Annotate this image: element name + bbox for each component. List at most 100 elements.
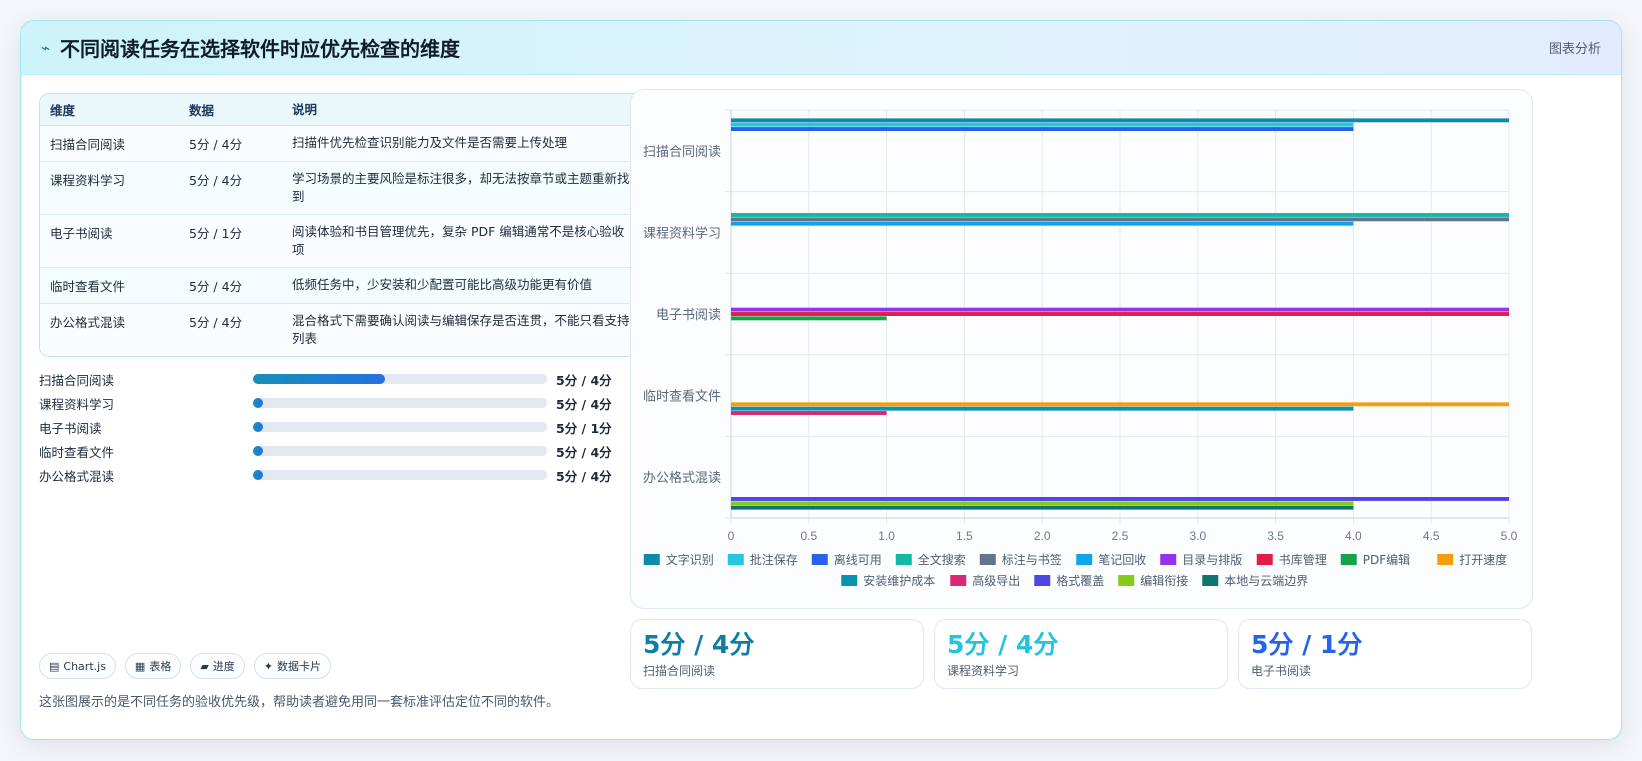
chip-label: 数据卡片	[277, 660, 322, 673]
chip-chart[interactable]: ▤ Chart.js	[39, 653, 116, 679]
row-description: 学习场景的主要风险是标注很多，却无法按章节或主题重新找到	[292, 171, 630, 204]
row-data: 5分 / 4分	[189, 137, 243, 152]
progress-icon: ▰	[200, 659, 209, 673]
legend-label: 打开速度	[1459, 552, 1507, 567]
x-tick-label: 2.5	[1112, 529, 1129, 543]
legend-swatch	[1256, 554, 1273, 565]
legend-label: 离线可用	[834, 552, 882, 567]
stat-card: 5分 / 1分电子书阅读	[1238, 619, 1532, 689]
table-row: 办公格式混读 5分 / 4分 混合格式下需要确认阅读与编辑保存是否连贯，不能只看支持…	[40, 304, 642, 356]
x-tick-label: 1.5	[956, 529, 973, 543]
footnote: 这张图展示的是不同任务的验收优先级，帮助读者避免用同一套标准评估定位不同的软件。	[39, 695, 560, 710]
bar-文字识别	[731, 118, 1509, 123]
progress-label: 办公格式混读	[39, 468, 115, 484]
left-panel: 维度 数据 说明 扫描合同阅读 5分 / 4分 扫描件优先检查识别能力及文件是否需要…	[39, 93, 643, 733]
chip-row: ▤ Chart.js ▦ 表格 ▰ 进度 ✦ 数据卡片	[39, 653, 332, 679]
progress-row: 办公格式混读 5分 / 4分	[39, 463, 643, 487]
legend-label: 格式覆盖	[1056, 573, 1104, 588]
table-header: 维度 数据 说明	[40, 94, 642, 126]
table-row: 电子书阅读 5分 / 1分 阅读体验和书目管理优先，复杂 PDF 编辑通常不是核心验…	[40, 215, 642, 268]
legend-swatch	[841, 575, 858, 586]
progress-fill	[253, 422, 263, 432]
progress-row: 课程资料学习 5分 / 4分	[39, 391, 643, 415]
x-tick-label: 0.5	[800, 529, 817, 543]
row-data: 5分 / 4分	[189, 173, 243, 188]
chip-progress[interactable]: ▰ 进度	[190, 653, 245, 679]
legend-label: 本地与云端边界	[1224, 574, 1308, 588]
bar-PDF编辑	[731, 316, 887, 321]
x-tick-label: 3.5	[1267, 529, 1284, 543]
chip-table[interactable]: ▦ 表格	[124, 653, 182, 679]
chip-card[interactable]: ✦ 数据卡片	[253, 653, 332, 679]
x-tick-label: 0	[728, 529, 735, 543]
row-description: 扫描件优先检查识别能力及文件是否需要上传处理	[292, 135, 568, 150]
progress-track	[253, 398, 547, 408]
page-title: 不同阅读任务在选择软件时应优先检查的维度	[60, 37, 461, 61]
progress-track	[253, 422, 547, 432]
bar-本地与云端边界	[731, 505, 1354, 510]
legend-swatch	[1160, 554, 1177, 565]
bar-书库管理	[731, 312, 1509, 316]
card-icon: ✦	[263, 659, 274, 673]
progress-fill	[253, 398, 263, 408]
legend-label: 标注与书签	[1002, 552, 1062, 567]
legend-label: 目录与排版	[1182, 553, 1242, 567]
progress-fill	[253, 374, 386, 384]
progress-value: 5分 / 4分	[556, 468, 612, 484]
bar-目录与排版	[731, 307, 1509, 312]
row-data: 5分 / 4分	[189, 315, 243, 330]
legend-swatch	[1437, 554, 1454, 565]
row-dimension: 课程资料学习	[50, 173, 126, 188]
bar-全文搜索	[731, 213, 1509, 217]
main-card: ⌁ 不同阅读任务在选择软件时应优先检查的维度 图表分析 维度 数据 说明 扫描合…	[20, 20, 1622, 740]
progress-value: 5分 / 1分	[556, 420, 612, 436]
bar-打开速度	[731, 402, 1509, 407]
spark-icon: ⌁	[41, 38, 51, 57]
table-header-cell: 维度	[50, 103, 76, 118]
stat-label: 电子书阅读	[1251, 664, 1312, 678]
stat-card: 5分 / 4分 课程资料学习	[934, 619, 1228, 689]
legend-swatch	[811, 554, 828, 565]
x-tick-label: 1.0	[878, 529, 895, 543]
legend-label: 文字识别	[666, 552, 714, 567]
row-dimension: 临时查看文件	[50, 279, 126, 294]
legend-swatch	[727, 554, 744, 565]
table-row: 扫描合同阅读 5分 / 4分 扫描件优先检查识别能力及文件是否需要上传处理	[40, 126, 642, 162]
progress-label: 课程资料学习	[39, 396, 115, 412]
legend-swatch	[643, 554, 660, 565]
legend-swatch	[950, 575, 967, 586]
legend-label: 安装维护成本	[863, 573, 935, 588]
progress-row: 扫描合同阅读 5分 / 4分	[39, 367, 643, 391]
row-dimension: 电子书阅读	[50, 226, 113, 241]
chip-label: 进度	[212, 660, 235, 673]
row-data: 5分 / 4分	[189, 279, 243, 294]
legend-swatch	[895, 554, 912, 565]
progress-fill	[253, 470, 263, 480]
y-tick-label: 临时查看文件	[643, 389, 721, 405]
progress-track	[253, 374, 547, 384]
table-row: 课程资料学习 5分 / 4分 学习场景的主要风险是标注很多，却无法按章节或主题重新找…	[40, 162, 642, 215]
bar-笔记回收	[731, 221, 1354, 226]
y-tick-label: 扫描合同阅读	[643, 145, 721, 160]
row-description: 低频任务中，少安装和少配置可能比高级功能更有价值	[292, 277, 593, 292]
x-tick-label: 3.0	[1189, 529, 1206, 543]
data-table: 维度 数据 说明 扫描合同阅读 5分 / 4分 扫描件优先检查识别能力及文件是否需要…	[39, 93, 643, 357]
stat-value: 5分 / 1分	[1251, 630, 1363, 659]
table-icon: ▦	[134, 659, 146, 673]
bar-chart: 0 0.5 1.0 1.5 2.0 2.5 3.0 3.5 4.0 4.5 5.0 扫描合同阅读课程资…	[643, 109, 1518, 588]
legend-swatch	[1118, 575, 1135, 586]
y-tick-label: 课程资料学习	[643, 225, 721, 241]
chip-label: 表格	[149, 660, 172, 673]
row-dimension: 办公格式混读	[50, 315, 126, 330]
row-dimension: 扫描合同阅读	[50, 137, 126, 152]
legend-label: 批注保存	[750, 552, 798, 567]
stat-card: 5分 / 4分 扫描合同阅读	[630, 619, 924, 689]
x-tick-label: 5.0	[1501, 529, 1518, 543]
legend-label: 高级导出	[972, 573, 1020, 588]
legend-label: 编辑衔接	[1140, 573, 1188, 588]
card-header: ⌁ 不同阅读任务在选择软件时应优先检查的维度 图表分析	[21, 21, 1621, 75]
stat-label: 课程资料学习	[947, 664, 1020, 678]
legend-label: PDF编辑	[1363, 552, 1410, 567]
bar-离线可用	[731, 127, 1354, 131]
legend-swatch	[1034, 575, 1051, 586]
